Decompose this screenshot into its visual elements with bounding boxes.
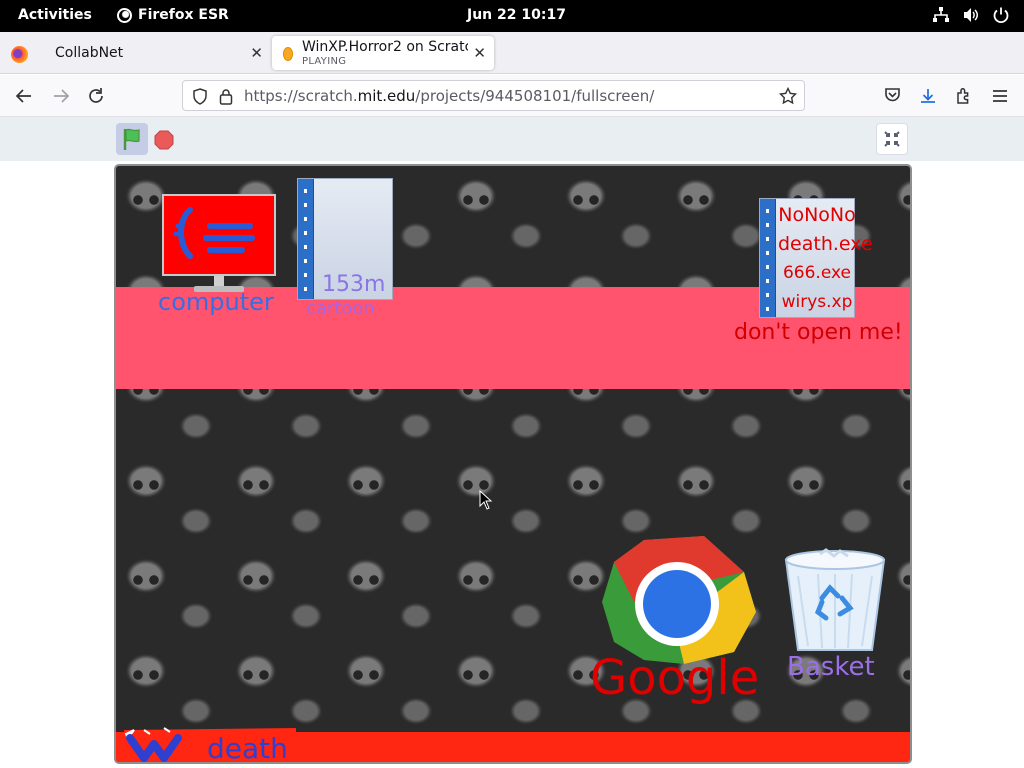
system-top-bar: Activities Firefox ESR Jun 22 10:17	[0, 0, 1024, 32]
danger-line: wirys.xp	[781, 292, 853, 312]
volume-icon	[964, 8, 978, 22]
danger-line: death.exe	[778, 233, 873, 255]
power-icon	[993, 7, 1009, 24]
basket-label: Basket	[787, 652, 875, 682]
green-flag-button[interactable]	[116, 123, 148, 155]
danger-document-sprite[interactable]: NoNoNo death.exe 666.exe wirys.xp	[759, 198, 873, 318]
document-name-label: cartoon	[306, 298, 375, 319]
firefox-view-icon[interactable]	[11, 46, 28, 63]
navigation-toolbar: https://scratch.mit.edu/projects/9445081…	[0, 75, 1024, 117]
danger-document-text: NoNoNo death.exe 666.exe wirys.xp	[778, 201, 873, 317]
mouse-cursor-icon	[479, 490, 493, 510]
document-count-label: 153m	[322, 272, 386, 297]
close-tab-icon[interactable]: ✕	[250, 45, 263, 61]
close-tab-icon[interactable]: ✕	[473, 45, 486, 61]
danger-line: 666.exe	[782, 263, 851, 283]
clock[interactable]: Jun 22 10:17	[467, 7, 566, 23]
scratch-controls	[0, 117, 1024, 161]
url-bar[interactable]: https://scratch.mit.edu/projects/9445081…	[182, 80, 805, 111]
google-label: Google	[590, 650, 760, 706]
document-spine	[298, 179, 314, 299]
danger-label: don't open me!	[734, 320, 903, 345]
tab-playing-badge: PLAYING	[302, 56, 347, 67]
scratch-stage[interactable]: computer 153m cartoon NoNoNo death.exe 6…	[114, 164, 912, 764]
tab-title: CollabNet	[55, 45, 124, 61]
computer-label: computer	[158, 288, 274, 316]
firefox-icon	[117, 7, 132, 23]
tab-scratch[interactable]: WinXP.Horror2 on Scratch PLAYING ✕	[272, 36, 494, 70]
reload-icon[interactable]	[86, 86, 106, 106]
app-name: Firefox ESR	[138, 7, 229, 23]
downloads-icon[interactable]	[919, 87, 937, 105]
network-icon	[933, 7, 949, 22]
monitor-stand	[214, 276, 224, 286]
danger-line: NoNoNo	[778, 204, 856, 226]
tab-collabnet[interactable]: CollabNet ✕	[43, 36, 271, 70]
exit-fullscreen-icon	[884, 131, 900, 147]
exit-fullscreen-button[interactable]	[876, 123, 908, 155]
tracking-shield-icon[interactable]	[192, 88, 208, 105]
menu-icon[interactable]	[991, 87, 1009, 105]
document-spine	[760, 199, 776, 317]
green-flag-icon	[123, 128, 140, 150]
monitor-screen	[162, 194, 276, 276]
system-tray[interactable]	[932, 6, 1010, 24]
scratch-favicon-icon	[283, 47, 293, 61]
death-label: death	[207, 732, 288, 764]
forward-icon[interactable]	[51, 86, 71, 106]
lock-icon[interactable]	[219, 88, 233, 105]
bookmark-star-icon[interactable]	[779, 87, 797, 105]
chrome-icon[interactable]	[594, 532, 760, 666]
computer-sprite[interactable]	[162, 194, 276, 294]
recycle-bin-icon[interactable]	[780, 546, 890, 656]
stop-button[interactable]	[154, 130, 174, 150]
tab-strip: CollabNet ✕ WinXP.Horror2 on Scratch PLA…	[0, 32, 1024, 97]
pocket-icon[interactable]	[884, 87, 901, 103]
extensions-icon[interactable]	[955, 87, 973, 105]
tab-title: WinXP.Horror2 on Scratch	[302, 39, 468, 55]
url-text[interactable]: https://scratch.mit.edu/projects/9445081…	[244, 87, 654, 105]
app-menu[interactable]: Firefox ESR	[117, 7, 229, 23]
windows-logo-icon	[173, 207, 255, 259]
activities-button[interactable]: Activities	[18, 7, 92, 23]
back-icon[interactable]	[14, 86, 34, 106]
